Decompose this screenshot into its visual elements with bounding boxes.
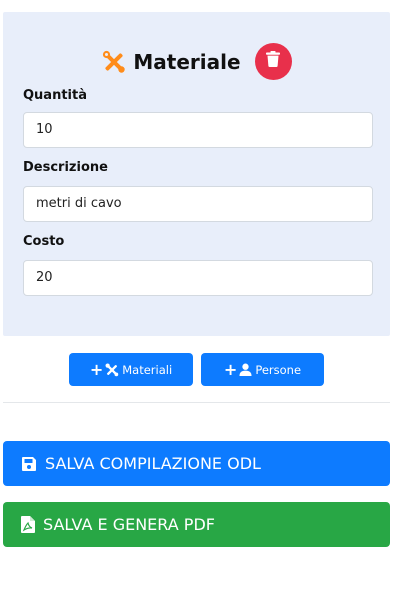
quantita-label: Quantità <box>23 88 87 103</box>
save-pdf-button[interactable]: SALVA E GENERA PDF <box>3 502 390 547</box>
trash-icon <box>266 51 281 72</box>
card-title: Materiale <box>133 49 241 74</box>
add-materiali-label: Materiali <box>122 362 173 377</box>
tools-icon <box>105 363 119 377</box>
tools-icon <box>101 49 127 75</box>
pdf-icon <box>21 516 35 533</box>
user-icon <box>239 363 252 376</box>
delete-button[interactable] <box>254 43 292 80</box>
save-button[interactable]: SALVA COMPILAZIONE ODL <box>3 441 390 486</box>
costo-label: Costo <box>23 234 65 249</box>
add-materiali-button[interactable]: + Materiali <box>69 353 193 386</box>
add-persone-button[interactable]: + Persone <box>201 353 324 386</box>
save-pdf-label: SALVA E GENERA PDF <box>43 515 215 534</box>
add-persone-label: Persone <box>255 362 302 377</box>
plus-icon: + <box>223 359 238 379</box>
material-card: Materiale Quantità 10 Descrizione metri … <box>3 12 390 336</box>
descrizione-input[interactable]: metri di cavo <box>23 186 373 222</box>
descrizione-label: Descrizione <box>23 160 108 175</box>
save-icon <box>21 456 37 472</box>
costo-input[interactable]: 20 <box>23 260 373 296</box>
plus-icon: + <box>89 359 104 379</box>
divider <box>3 402 390 403</box>
quantita-input[interactable]: 10 <box>23 112 373 148</box>
card-header: Materiale <box>3 43 390 80</box>
save-label: SALVA COMPILAZIONE ODL <box>45 454 261 473</box>
